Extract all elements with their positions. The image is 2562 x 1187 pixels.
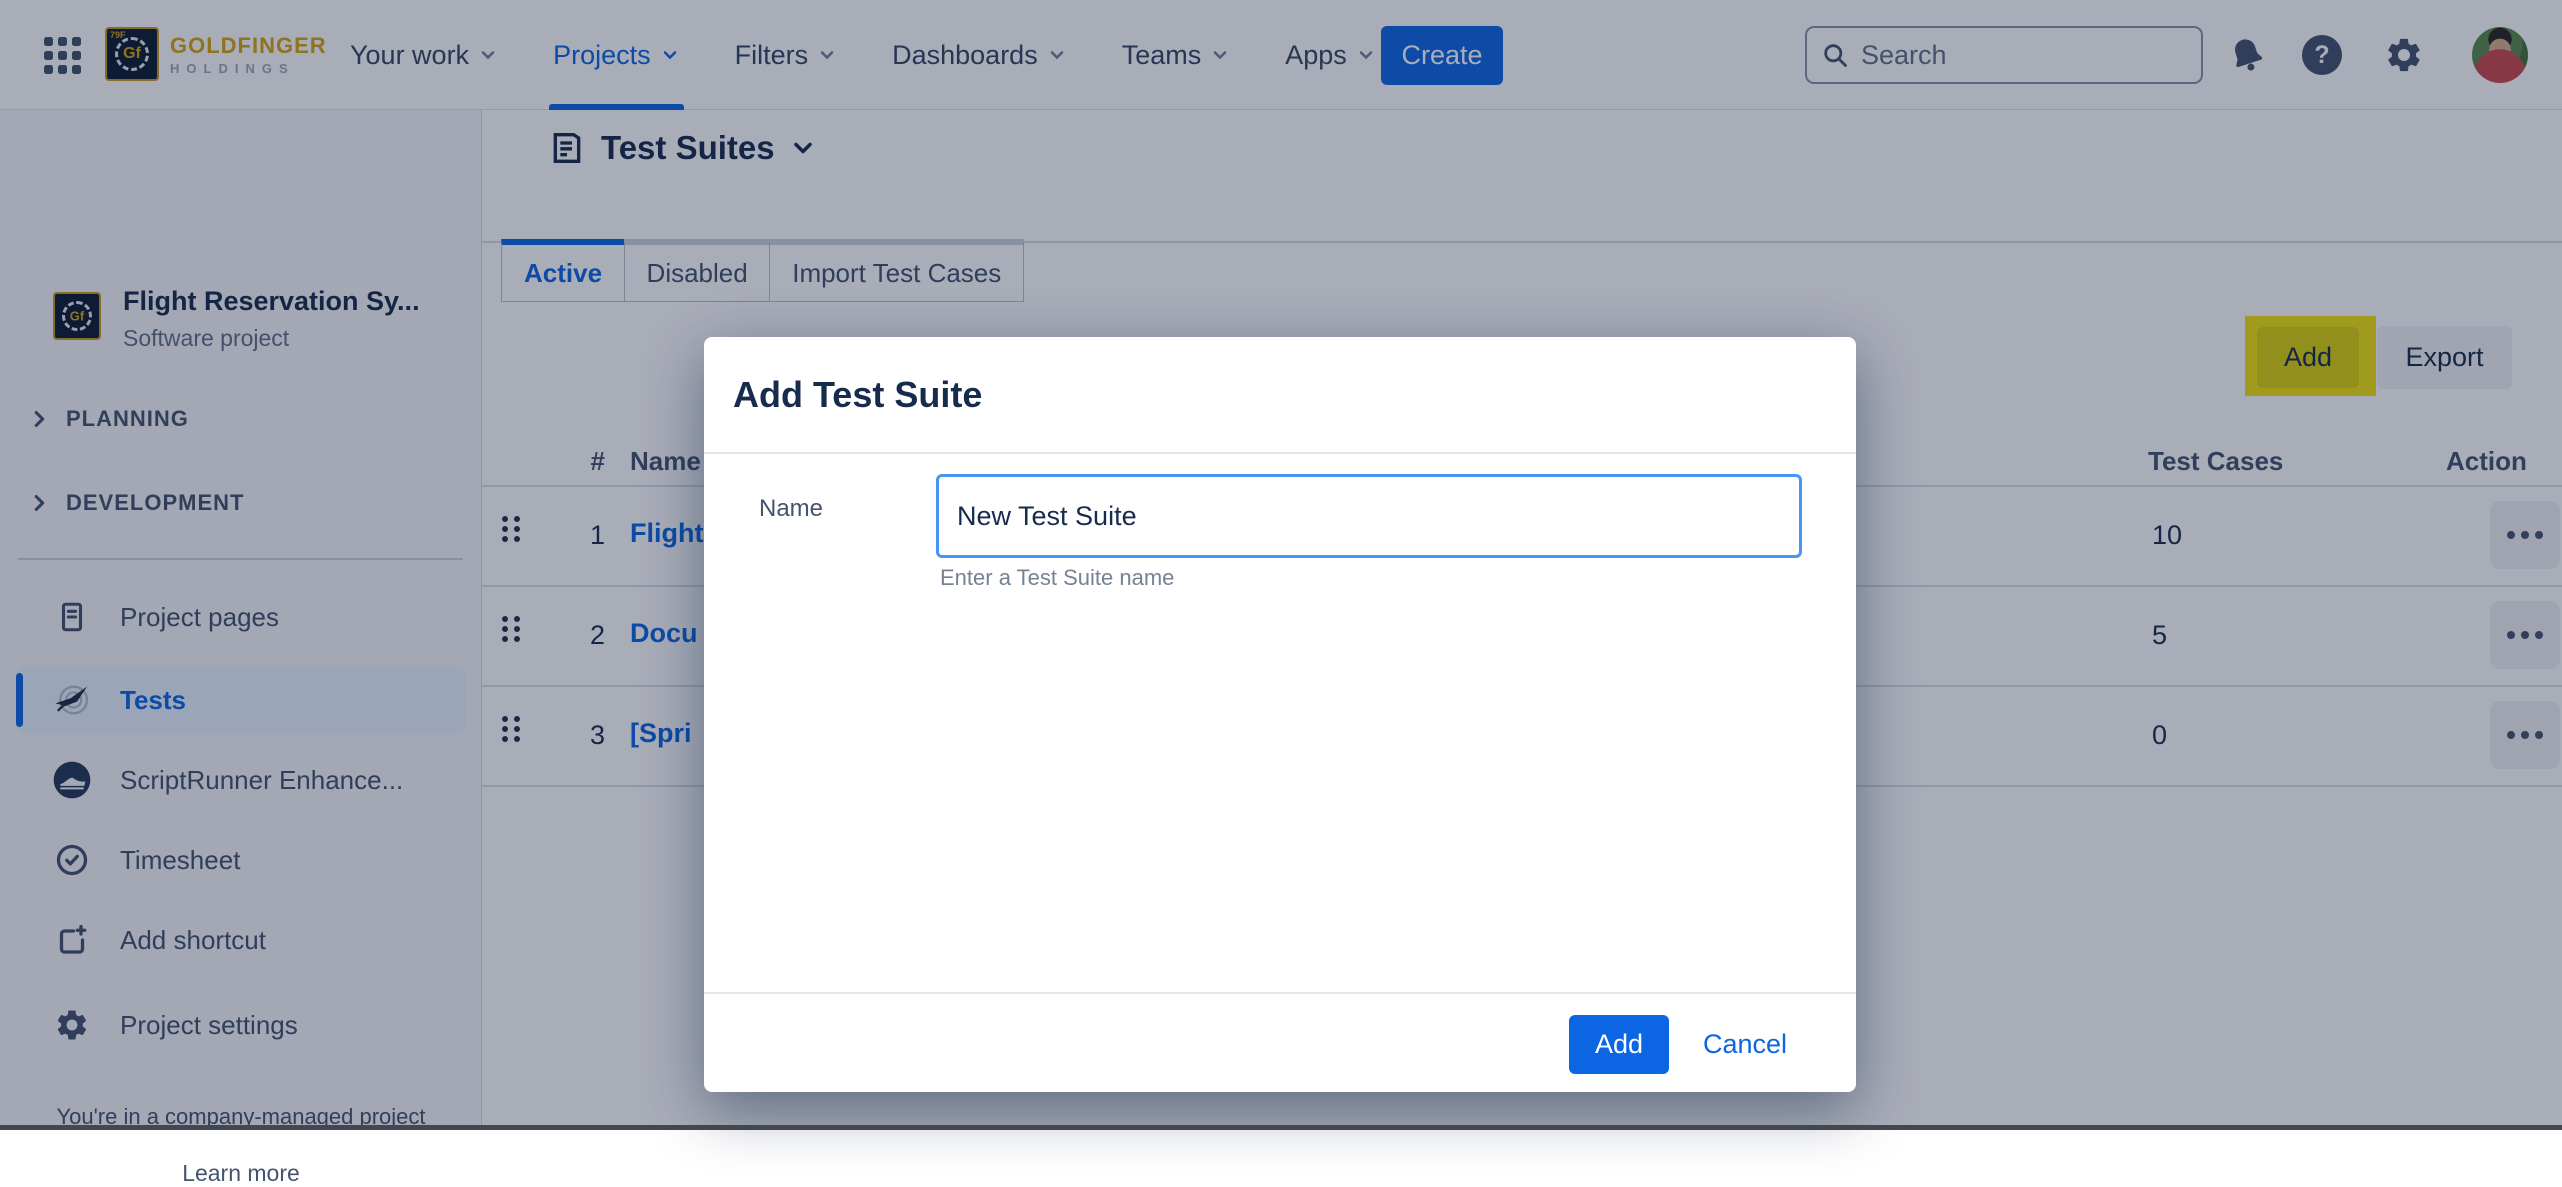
application-window: 79F Gf GOLDFINGER HOLDINGS Your work Pro… <box>0 0 2562 1130</box>
modal-header: Add Test Suite <box>704 337 1856 454</box>
modal-cancel-button[interactable]: Cancel <box>1703 1015 1787 1074</box>
modal-title: Add Test Suite <box>733 374 982 416</box>
add-test-suite-modal: Add Test Suite Name Enter a Test Suite n… <box>704 337 1856 1092</box>
name-field-label: Name <box>759 495 823 523</box>
learn-more-link[interactable]: Learn more <box>0 1160 482 1187</box>
window-bottom-edge <box>0 1125 2562 1130</box>
modal-footer: Add Cancel <box>704 992 1856 1092</box>
test-suite-name-input[interactable] <box>936 474 1802 558</box>
name-field-helper: Enter a Test Suite name <box>940 565 1174 591</box>
modal-add-button[interactable]: Add <box>1569 1015 1669 1074</box>
